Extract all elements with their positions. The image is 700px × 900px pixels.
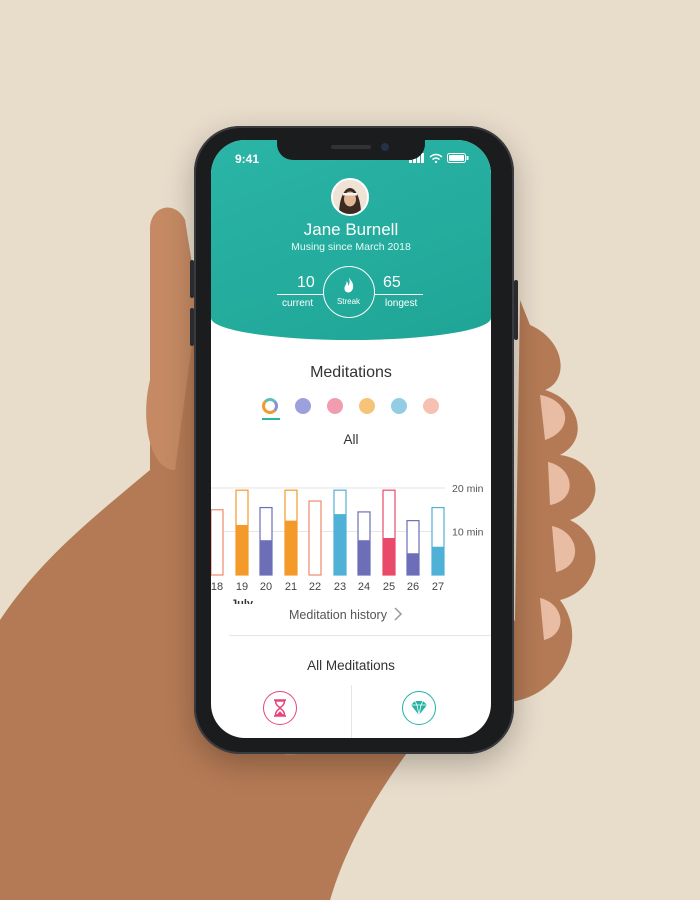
x-tick-label: 27: [432, 581, 444, 593]
current-streak-value: 10: [297, 274, 315, 291]
history-link-label: Meditation history: [289, 608, 387, 622]
profile-header: 9:41 Jane Burnell Musing since March 201…: [211, 140, 491, 340]
x-tick-label: 22: [309, 581, 321, 593]
bar-value: [260, 540, 272, 575]
y-tick-label: 20 min: [452, 483, 484, 495]
x-tick-label: 19: [236, 581, 248, 593]
longest-streak-label: longest: [385, 298, 418, 309]
selected-category-underline: [262, 418, 280, 420]
current-streak-label: current: [282, 298, 314, 309]
chevron-right-icon: [394, 607, 403, 621]
y-tick-label: 10 min: [452, 527, 484, 539]
bar-value: [285, 520, 297, 575]
user-name: Jane Burnell: [303, 220, 399, 239]
meditations-title: Meditations: [310, 364, 392, 381]
x-tick-label: 24: [358, 581, 370, 593]
x-tick-label: 25: [383, 581, 395, 593]
member-since: Musing since March 2018: [291, 241, 411, 253]
x-tick-label: 26: [407, 581, 419, 593]
bar-value: [383, 538, 395, 575]
chart-filter-label: All: [343, 432, 359, 447]
bar-value: [358, 540, 370, 575]
streak-divider-left: [277, 294, 323, 295]
hourglass-icon: [274, 699, 286, 717]
brain-icon[interactable]: [295, 398, 311, 414]
x-tick-label: 20: [260, 581, 272, 593]
section-divider: [229, 635, 491, 636]
bar-value: [432, 546, 444, 575]
stack-icon[interactable]: [359, 398, 375, 414]
status-time: 9:41: [235, 152, 260, 166]
timer-meditation-button[interactable]: [263, 691, 297, 725]
speaker: [331, 145, 371, 149]
lungs-icon[interactable]: [391, 398, 407, 414]
bar-value: [407, 553, 419, 575]
power-button: [514, 280, 518, 340]
premium-meditation-button[interactable]: [402, 691, 436, 725]
camera: [381, 143, 389, 151]
meditations-grid-divider: [351, 685, 352, 738]
volume-button: [190, 308, 194, 346]
longest-streak-value: 65: [383, 274, 401, 291]
flame-icon: [344, 277, 354, 293]
heart-icon[interactable]: [327, 398, 343, 414]
avatar-image: [333, 180, 367, 214]
streak-label: Streak: [336, 297, 361, 306]
clock-icon[interactable]: [423, 398, 439, 414]
month-label: July: [231, 598, 254, 604]
bar-goal: [211, 509, 224, 576]
app-screen: 9:41 Jane Burnell Musing since March 201…: [211, 140, 491, 738]
volume-button: [190, 260, 194, 298]
diamond-icon: [411, 700, 427, 716]
avatar[interactable]: [331, 178, 369, 216]
meditation-chart: 20 min 10 min 18 19 20 21 22 23 24 25 26 27 July: [211, 483, 484, 604]
bar-value: [334, 514, 346, 575]
all-meditations-title: All Meditations: [307, 658, 395, 673]
x-tick-label: 18: [211, 581, 223, 593]
bar-value: [236, 524, 248, 575]
bar-goal: [308, 500, 322, 576]
x-tick-label: 21: [285, 581, 297, 593]
all-icon[interactable]: [262, 398, 278, 414]
x-tick-label: 23: [334, 581, 346, 593]
streak-badge[interactable]: Streak: [323, 266, 375, 318]
meditation-history-link[interactable]: Meditation history: [289, 607, 403, 622]
battery-icon: [447, 153, 469, 163]
notch: [277, 140, 425, 160]
wifi-icon: [429, 153, 443, 163]
streak-divider-right: [375, 294, 423, 295]
